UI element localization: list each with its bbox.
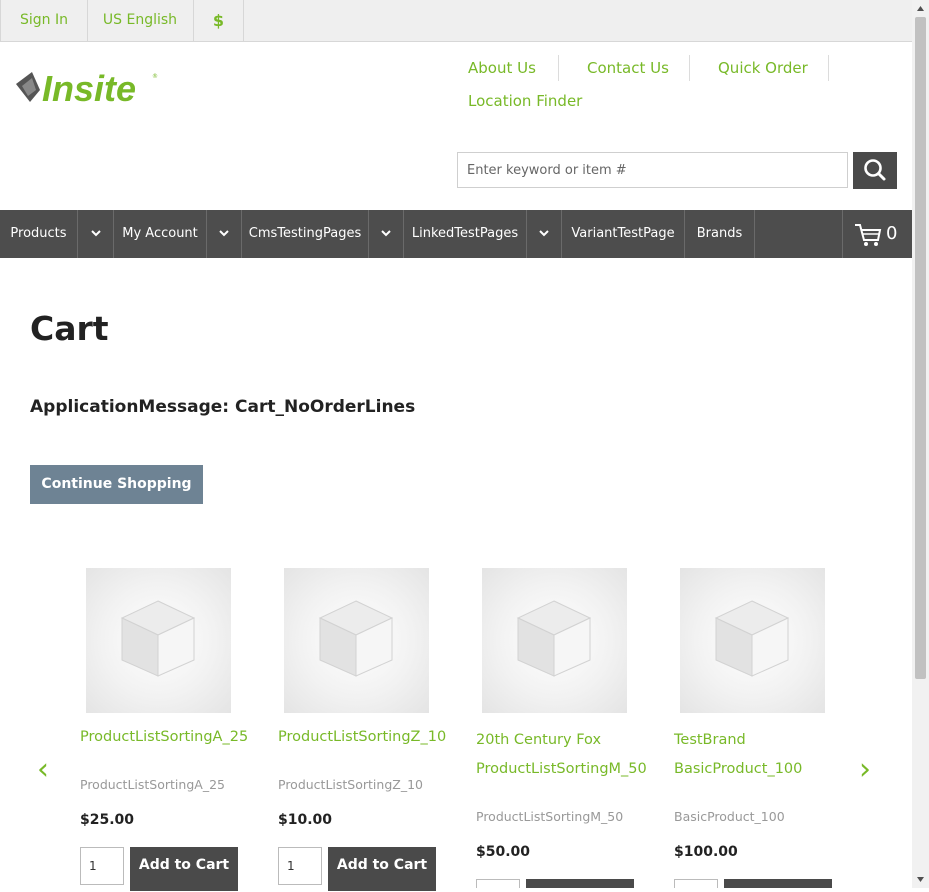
- nav-cms-testing-pages-expand[interactable]: [369, 210, 404, 258]
- chevron-down-icon: [539, 230, 549, 237]
- svg-text:®: ®: [152, 73, 158, 80]
- svg-text:Insite: Insite: [42, 68, 136, 108]
- quantity-input[interactable]: [476, 879, 520, 888]
- page-title: Cart: [30, 309, 109, 348]
- nav-products[interactable]: Products: [0, 210, 78, 258]
- carousel-prev-arrow[interactable]: ‹: [37, 755, 49, 785]
- product-sku: BasicProduct_100: [674, 809, 785, 824]
- chevron-down-icon: [91, 230, 101, 237]
- chevron-down-icon: [219, 230, 229, 237]
- divider: [558, 55, 559, 81]
- product-image[interactable]: [284, 568, 429, 713]
- cart-icon: [855, 224, 882, 246]
- placeholder-box-icon: [318, 600, 394, 677]
- search-input[interactable]: [457, 152, 848, 188]
- product-image[interactable]: [482, 568, 627, 713]
- divider: [828, 55, 829, 81]
- carousel-next-arrow[interactable]: ›: [859, 755, 871, 785]
- nav-cms-testing-pages[interactable]: CmsTestingPages: [242, 210, 369, 258]
- quantity-input[interactable]: [674, 879, 718, 888]
- nav-brands[interactable]: Brands: [685, 210, 755, 258]
- quick-order-link[interactable]: Quick Order: [718, 59, 808, 77]
- insite-logo[interactable]: Insite ®: [14, 68, 164, 109]
- product-name-link[interactable]: ProductListSortingA_25: [80, 723, 248, 752]
- nav-products-expand[interactable]: [78, 210, 114, 258]
- continue-shopping-button[interactable]: Continue Shopping: [30, 465, 203, 504]
- add-to-cart-button[interactable]: Add to Cart: [130, 847, 238, 891]
- product-price: $25.00: [80, 812, 135, 828]
- top-utility-bar: Sign In US English $: [0, 0, 912, 42]
- location-finder-link[interactable]: Location Finder: [468, 92, 582, 110]
- product-name-link[interactable]: ProductListSortingM_50: [476, 755, 647, 784]
- scroll-down-button[interactable]: [912, 871, 929, 888]
- product-sku: ProductListSortingZ_10: [278, 777, 423, 792]
- product-price: $10.00: [278, 812, 333, 828]
- product-image[interactable]: [86, 568, 231, 713]
- add-to-cart-button[interactable]: [526, 879, 634, 888]
- nav-linked-test-pages[interactable]: LinkedTestPages: [404, 210, 527, 258]
- scroll-down-icon: [917, 877, 924, 882]
- add-to-cart-button[interactable]: [724, 879, 832, 888]
- product-brand-link[interactable]: TestBrand: [674, 726, 746, 755]
- nav-variant-test-page[interactable]: VariantTestPage: [562, 210, 685, 258]
- nav-my-account[interactable]: My Account: [114, 210, 207, 258]
- placeholder-box-icon: [120, 600, 196, 677]
- product-sku: ProductListSortingM_50: [476, 809, 624, 824]
- chevron-down-icon: [381, 230, 391, 237]
- placeholder-box-icon: [516, 600, 592, 677]
- add-to-cart-button[interactable]: Add to Cart: [328, 847, 436, 891]
- product-image[interactable]: [680, 568, 825, 713]
- application-message: ApplicationMessage: Cart_NoOrderLines: [30, 397, 416, 417]
- about-us-link[interactable]: About Us: [468, 59, 536, 77]
- sign-in-link[interactable]: Sign In: [0, 0, 88, 41]
- search-icon: [864, 159, 886, 181]
- placeholder-box-icon: [714, 600, 790, 677]
- main-nav: Products My Account CmsTestingPages Link…: [0, 210, 912, 258]
- product-brand-link[interactable]: 20th Century Fox: [476, 726, 601, 755]
- search-button[interactable]: [853, 152, 897, 189]
- product-name-link[interactable]: ProductListSortingZ_10: [278, 723, 446, 752]
- divider: [689, 55, 690, 81]
- nav-linked-test-pages-expand[interactable]: [527, 210, 562, 258]
- contact-us-link[interactable]: Contact Us: [587, 59, 669, 77]
- language-selector[interactable]: US English: [87, 0, 194, 41]
- product-sku: ProductListSortingA_25: [80, 777, 225, 792]
- scroll-up-button[interactable]: [912, 0, 929, 17]
- product-price: $50.00: [476, 844, 531, 860]
- quantity-input[interactable]: [80, 847, 124, 885]
- mini-cart-button[interactable]: [842, 210, 912, 258]
- scrollbar-thumb[interactable]: [915, 17, 926, 679]
- currency-selector[interactable]: $: [194, 0, 244, 41]
- scroll-up-icon: [917, 6, 924, 11]
- logo-mark-icon: Insite ®: [16, 68, 158, 109]
- cart-count: 0: [886, 223, 898, 244]
- nav-my-account-expand[interactable]: [207, 210, 242, 258]
- quantity-input[interactable]: [278, 847, 322, 885]
- product-price: $100.00: [674, 844, 738, 860]
- product-name-link[interactable]: BasicProduct_100: [674, 755, 802, 784]
